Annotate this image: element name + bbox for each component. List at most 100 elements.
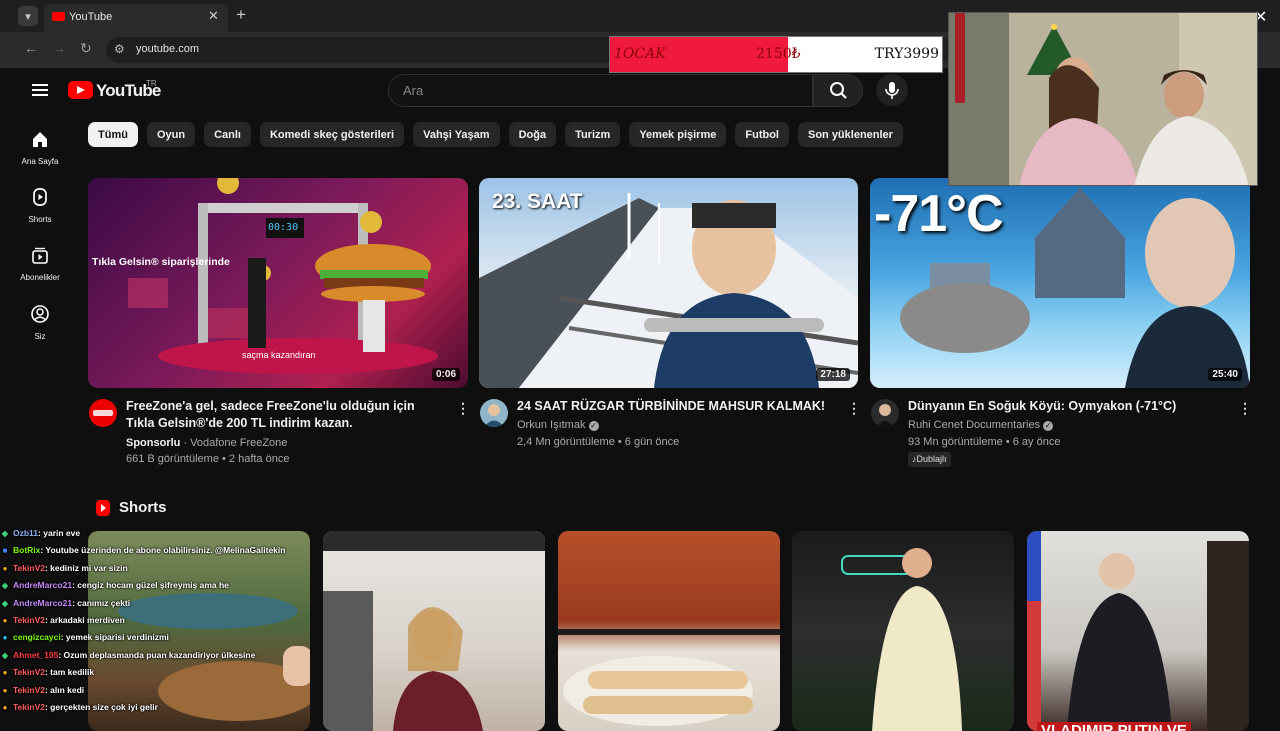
sidebar-item-shorts[interactable]: Shorts <box>14 187 66 224</box>
more-vert-icon[interactable]: ⋮ <box>1238 400 1252 417</box>
short-tile[interactable] <box>558 531 780 731</box>
more-vert-icon[interactable]: ⋮ <box>847 400 861 417</box>
coin-badge-icon: ● <box>2 702 8 712</box>
sidebar-item-label: Abonelikler <box>20 273 60 282</box>
diamond-badge-icon: ◆ <box>1 598 9 608</box>
chat-username: TekinV2 <box>13 701 45 712</box>
mod-badge-icon: ● <box>2 633 8 643</box>
video-title[interactable]: FreeZone'a gel, sadece FreeZone'lu olduğ… <box>126 398 438 432</box>
sidebar-item-you[interactable]: Siz <box>14 304 66 341</box>
chevron-down-icon[interactable]: ▾ <box>18 6 38 26</box>
webcam-feed <box>949 13 1257 185</box>
shorts-section-title: Shorts <box>119 499 167 516</box>
video-channel-line: Sponsorlu · Vodafone FreeZone <box>126 435 436 451</box>
chat-text: : yarin eve <box>38 528 81 538</box>
video-meta: 661 B görüntüleme • 2 hafta önce <box>126 453 290 465</box>
donation-goal: TRY3999 <box>874 46 939 62</box>
chat-username: TekinV2 <box>13 667 45 678</box>
video-meta: 2,4 Mn görüntüleme • 6 gün önce <box>517 436 680 448</box>
voice-search-button[interactable] <box>876 74 908 106</box>
sidebar-item-subscriptions[interactable]: Abonelikler <box>14 245 66 282</box>
youtube-favicon-icon <box>52 12 65 21</box>
search-icon <box>830 82 847 99</box>
video-thumbnail[interactable]: -71°C 25:40 <box>870 178 1250 388</box>
channel-name[interactable]: Orkun Işıtmak ✓ <box>517 417 599 433</box>
chat-username: TekinV2 <box>13 614 45 625</box>
user-icon <box>31 305 49 323</box>
bot-badge-icon: ■ <box>2 546 8 556</box>
tab-title: YouTube <box>69 11 113 23</box>
chat-username: TekinV2 <box>13 562 45 573</box>
chip-tourism[interactable]: Turizm <box>565 122 621 147</box>
chip-cooking[interactable]: Yemek pişirme <box>629 122 727 147</box>
microphone-icon <box>885 82 899 99</box>
short-tile[interactable] <box>323 531 545 731</box>
chip-comedy[interactable]: Komedi skeç gösterileri <box>259 122 405 147</box>
filter-chip-bar: Tümü Oyun Canlı Komedi skeç gösterileri … <box>88 122 903 147</box>
chat-username: BotRix <box>13 545 41 556</box>
chip-wildlife[interactable]: Vahşi Yaşam <box>413 122 500 147</box>
sidebar-item-home[interactable]: Ana Sayfa <box>14 129 66 166</box>
channel-name[interactable]: Vodafone FreeZone <box>190 437 287 449</box>
url-text[interactable]: youtube.com <box>136 43 199 55</box>
chat-text: : Ozum deplasmanda puan kazandiriyor ülk… <box>58 649 256 660</box>
reload-icon[interactable]: ↻ <box>80 40 92 57</box>
site-settings-icon[interactable]: ⚙ <box>114 42 125 56</box>
dubbed-badge: ♪Dublajlı <box>908 452 951 467</box>
back-icon[interactable]: ← <box>24 40 38 56</box>
short-tile[interactable]: VLADIMIR PUTIN VE <box>1027 531 1249 731</box>
chat-text: : arkadaki merdiven <box>44 614 125 625</box>
hamburger-menu-icon[interactable] <box>32 84 48 96</box>
more-vert-icon[interactable]: ⋮ <box>456 400 470 417</box>
chat-username: AndreMarco21 <box>13 597 73 608</box>
short-thumbnail-art <box>841 548 962 731</box>
browser-tab[interactable]: YouTube ✕ <box>44 4 228 32</box>
short-thumbnail-art <box>558 629 780 726</box>
video-thumbnail[interactable]: 23. SAAT 27:18 <box>479 178 858 388</box>
avatar[interactable] <box>871 399 899 427</box>
shorts-icon <box>96 500 110 516</box>
short-thumbnail-art <box>1027 531 1249 731</box>
chat-message: ■ BotRix: Youtube üzerinden de abone olab… <box>0 545 320 562</box>
sidebar-item-label: Ana Sayfa <box>21 157 59 166</box>
chip-live[interactable]: Canlı <box>204 122 251 147</box>
chat-message: ● TekinV2: alın kedi <box>0 685 320 702</box>
coin-badge-icon: ● <box>2 563 8 573</box>
avatar[interactable] <box>89 399 117 427</box>
webcam-overlay <box>948 12 1258 186</box>
forward-icon[interactable]: → <box>52 40 66 56</box>
short-tile[interactable] <box>792 531 1014 731</box>
chip-football[interactable]: Futbol <box>735 122 789 147</box>
chip-nature[interactable]: Doğa <box>508 122 557 147</box>
chat-message: ● TekinV2: gerçekten size çok iyi gelir <box>0 702 320 719</box>
chip-all[interactable]: Tümü <box>88 122 138 147</box>
search-input[interactable] <box>401 75 791 106</box>
chat-text: : yemek siparisi verdinizmi <box>60 632 169 643</box>
sidebar-item-label: Siz <box>34 332 46 341</box>
search-button[interactable] <box>813 74 863 107</box>
video-meta: 93 Mn görüntüleme • 6 ay önce <box>908 436 1061 448</box>
chat-username: cengizcayci <box>13 632 61 643</box>
region-code: TR <box>146 79 157 88</box>
channel-name[interactable]: Ruhi Cenet Documentaries ✓ <box>908 417 1054 433</box>
donation-goal-bar: 1OCAK 2150₺ TRY3999 <box>609 36 943 73</box>
chip-gaming[interactable]: Oyun <box>146 122 196 147</box>
thumbnail-caption: 23. SAAT <box>492 190 583 213</box>
coin-badge-icon: ● <box>2 668 8 678</box>
close-icon[interactable]: ✕ <box>208 8 219 24</box>
thumbnail-timer: 00:30 <box>268 222 299 233</box>
shorts-icon <box>33 188 47 206</box>
youtube-logo-icon[interactable] <box>68 81 93 99</box>
chat-message: ● cengizcayci: yemek siparisi verdinizmi <box>0 632 320 649</box>
plus-icon[interactable]: + <box>236 5 246 25</box>
video-thumbnail[interactable]: 00:30 Tıkla Gelsin® siparişlerinde saçma… <box>88 178 468 388</box>
chat-username: AndreMarco21 <box>13 580 73 591</box>
separator: · <box>180 437 191 449</box>
chip-recently-uploaded[interactable]: Son yüklenenler <box>797 122 903 147</box>
video-title[interactable]: Dünyanın En Soğuk Köyü: Oymyakon (-71°C) <box>908 398 1228 415</box>
avatar[interactable] <box>480 399 508 427</box>
diamond-badge-icon: ◆ <box>1 529 9 538</box>
video-title[interactable]: 24 SAAT RÜZGAR TÜRBİNİNDE MAHSUR KALMAK! <box>517 398 837 415</box>
sponsored-label: Sponsorlu <box>126 437 181 449</box>
thumbnail-caption: Tıkla Gelsin® siparişlerinde <box>92 256 230 268</box>
